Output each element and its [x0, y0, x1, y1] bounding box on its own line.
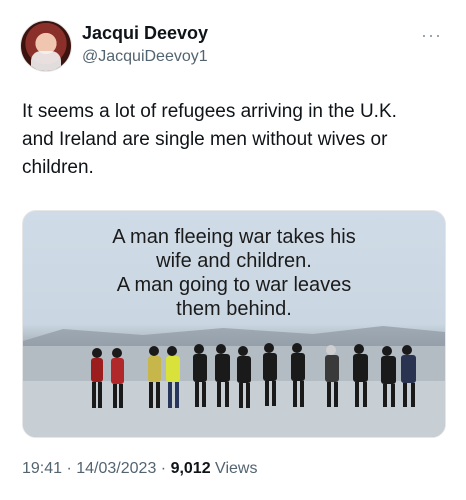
views-label: Views — [210, 460, 258, 477]
avatar[interactable] — [20, 20, 72, 72]
author-handle[interactable]: @JacquiDeevoy1 — [82, 48, 208, 66]
more-icon[interactable]: ··· — [421, 26, 442, 44]
author-name[interactable]: Jacqui Deevoy — [82, 23, 208, 44]
views-count: 9,012 — [170, 460, 211, 477]
tweet-text: It seems a lot of refugees arriving in t… — [22, 101, 397, 178]
image-caption: A man fleeing war takes his wife and chi… — [112, 226, 356, 320]
tweet-meta: 19:41 · 14/03/2023 · 9,012 Views — [22, 460, 257, 478]
timestamp[interactable]: 19:41 · 14/03/2023 · — [22, 460, 171, 477]
tweet-header: Jacqui Deevoy @JacquiDeevoy1 ··· — [18, 18, 448, 74]
tweet-image[interactable]: A man fleeing war takes his wife and chi… — [22, 210, 446, 438]
